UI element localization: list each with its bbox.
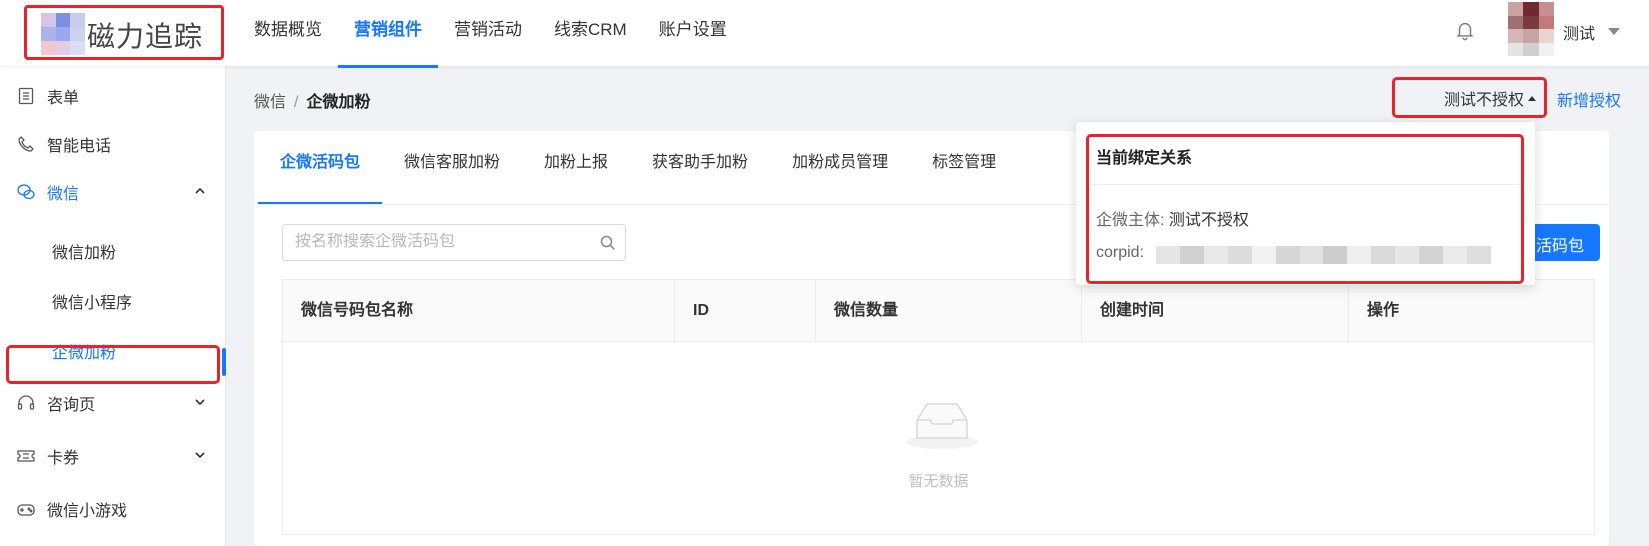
logo-mosaic-tile (55, 27, 71, 41)
phone-icon (18, 136, 34, 152)
sidebar-item-label: 微信 (47, 186, 80, 203)
sidebar-subitem-wechat-fans[interactable]: 微信加粉 (0, 226, 226, 274)
tab-bar: 企微活码包 微信客服加粉 加粉上报 获客助手加粉 加粉成员管理 标签管理 (258, 131, 1018, 204)
sidebar-item-smart-phone[interactable]: 智能电话 (0, 120, 226, 168)
sidebar: 表单 智能电话 微信 微信加粉 微信小程序 企微加粉 咨询页 卡券 微信小游戏 (0, 66, 226, 546)
logo-mosaic-tile (70, 13, 85, 27)
nav-item-overview[interactable]: 数据概览 (238, 0, 338, 66)
sidebar-subitem-label: 微信小程序 (52, 295, 133, 312)
chevron-down-icon[interactable] (1608, 28, 1620, 35)
column-header: 微信数量 (816, 280, 1082, 342)
top-bar: 磁力追踪 数据概览 营销组件 营销活动 线索CRM 账户设置 测试 (0, 0, 1649, 68)
bell-icon[interactable] (1454, 18, 1476, 42)
sidebar-item-wechat-minigame[interactable]: 微信小游戏 (0, 485, 226, 533)
search-box[interactable] (282, 224, 626, 261)
column-header: ID (675, 280, 816, 342)
auth-select-highlight-box (1392, 77, 1547, 118)
logo-mosaic-tile (41, 41, 56, 55)
sidebar-subitem-wechat-miniprogram[interactable]: 微信小程序 (0, 276, 226, 324)
avatar-mosaic-tile (1538, 29, 1554, 43)
nav-item-account-settings[interactable]: 账户设置 (643, 0, 743, 66)
avatar-mosaic-tile (1508, 29, 1524, 43)
sidebar-item-consult-page[interactable]: 咨询页 (0, 379, 226, 427)
sidebar-item-label: 卡券 (47, 450, 80, 467)
empty-state-text: 暂无数据 (908, 473, 969, 490)
avatar-mosaic-tile (1538, 15, 1554, 29)
popover-highlight-box (1086, 134, 1524, 284)
search-icon[interactable] (599, 234, 617, 252)
column-header: 微信号码包名称 (283, 280, 675, 342)
wechat-icon (17, 184, 35, 200)
data-table: 微信号码包名称 ID 微信数量 创建时间 操作 暂无数据 (282, 279, 1595, 535)
sidebar-item-wechat[interactable]: 微信 (0, 168, 226, 216)
breadcrumb-current: 企微加粉 (306, 94, 371, 111)
avatar-mosaic-tile (1508, 42, 1524, 56)
form-icon (18, 87, 34, 105)
search-input[interactable] (295, 233, 585, 251)
empty-box-icon (906, 403, 978, 449)
column-header: 创建时间 (1082, 280, 1349, 342)
tab-wecom-qrcode-pack[interactable]: 企微活码包 (258, 131, 383, 204)
headset-icon (17, 395, 35, 410)
chevron-up-icon (195, 187, 205, 194)
top-nav: 数据概览 营销组件 营销活动 线索CRM 账户设置 (238, 0, 743, 68)
tab-tag-management[interactable]: 标签管理 (910, 131, 1018, 204)
chevron-down-icon (195, 452, 205, 459)
nav-item-marketing-components[interactable]: 营销组件 (338, 0, 438, 68)
sidebar-item-label: 表单 (47, 90, 80, 107)
tab-fans-member-management[interactable]: 加粉成员管理 (770, 131, 910, 204)
chevron-down-icon (195, 399, 205, 406)
sidebar-item-form[interactable]: 表单 (0, 72, 226, 120)
logo-highlight-box: 磁力追踪 (24, 5, 224, 60)
avatar-mosaic-tile (1523, 42, 1539, 56)
active-item-highlight-box (6, 345, 220, 384)
avatar[interactable] (1508, 2, 1554, 56)
logo-mosaic-tile (41, 27, 56, 41)
nav-item-leads-crm[interactable]: 线索CRM (538, 0, 643, 66)
logo-mosaic-tile (55, 13, 71, 27)
ticket-icon (17, 450, 35, 462)
sidebar-item-coupon[interactable]: 卡券 (0, 432, 226, 480)
avatar-mosaic-tile (1538, 2, 1554, 16)
breadcrumb-separator: / (294, 94, 299, 111)
avatar-mosaic-tile (1538, 42, 1554, 56)
sidebar-item-label: 咨询页 (47, 397, 96, 414)
column-header: 操作 (1367, 302, 1400, 319)
active-indicator (222, 348, 226, 376)
logo-mosaic-tile (41, 13, 56, 27)
avatar-mosaic-tile (1523, 29, 1539, 43)
sidebar-item-label: 智能电话 (47, 138, 112, 155)
avatar-mosaic-tile (1508, 15, 1524, 29)
sidebar-subitem-label: 微信加粉 (52, 245, 117, 262)
avatar-mosaic-tile (1523, 2, 1539, 16)
logo-mosaic-tile (70, 27, 85, 41)
username[interactable]: 测试 (1563, 20, 1595, 44)
tab-wechat-service-fans[interactable]: 微信客服加粉 (382, 131, 522, 204)
avatar-mosaic-tile (1523, 15, 1539, 29)
logo-mosaic-tile (70, 41, 85, 55)
table-header: 微信号码包名称 ID 微信数量 创建时间 操作 (283, 280, 1594, 342)
gamepad-icon (17, 504, 35, 516)
logo-image (41, 13, 85, 55)
logo-mosaic-tile (55, 41, 71, 55)
nav-item-marketing-activities[interactable]: 营销活动 (438, 0, 538, 66)
add-auth-link[interactable]: 新增授权 (1557, 87, 1621, 111)
tab-acquisition-assistant[interactable]: 获客助手加粉 (630, 131, 770, 204)
breadcrumb: 微信 / 企微加粉 (254, 88, 370, 112)
tab-fans-report[interactable]: 加粉上报 (522, 131, 630, 204)
avatar-mosaic-tile (1508, 2, 1524, 16)
sidebar-item-label: 微信小游戏 (47, 503, 128, 520)
breadcrumb-parent[interactable]: 微信 (254, 94, 286, 111)
logo-text[interactable]: 磁力追踪 (87, 15, 203, 55)
